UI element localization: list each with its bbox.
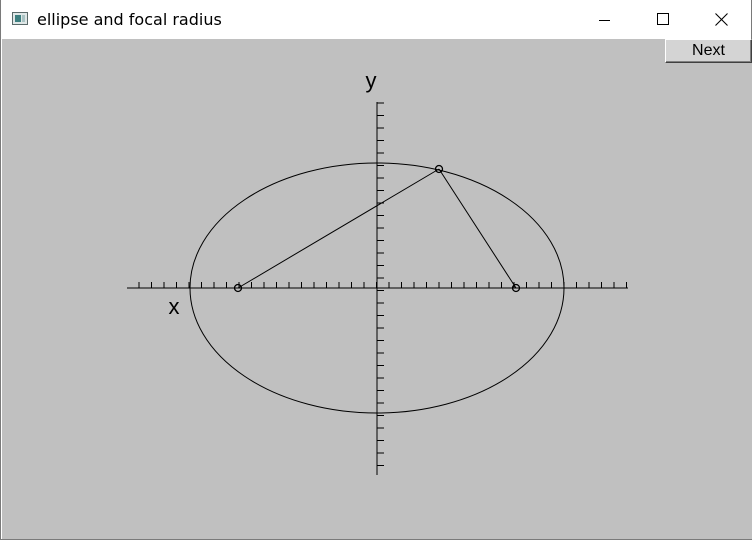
focal-radius-right xyxy=(438,168,517,289)
drawing-canvas: Next x y xyxy=(2,39,752,539)
close-icon xyxy=(714,13,728,26)
maximize-icon xyxy=(656,13,669,25)
x-axis-label: x xyxy=(169,294,180,319)
app-icon xyxy=(12,12,28,25)
app-window: ellipse and focal radius Next x y xyxy=(0,0,752,540)
minimize-icon xyxy=(599,19,610,21)
y-axis-label: y xyxy=(366,68,377,93)
maximize-button[interactable] xyxy=(634,0,692,39)
window-title: ellipse and focal radius xyxy=(37,10,222,29)
minimize-button[interactable] xyxy=(576,0,634,39)
ellipse-plot: x y xyxy=(127,68,628,475)
title-bar[interactable]: ellipse and focal radius xyxy=(1,0,751,39)
y-axis-ticks xyxy=(377,102,384,466)
close-button[interactable] xyxy=(692,0,750,39)
x-axis-ticks xyxy=(138,282,627,288)
